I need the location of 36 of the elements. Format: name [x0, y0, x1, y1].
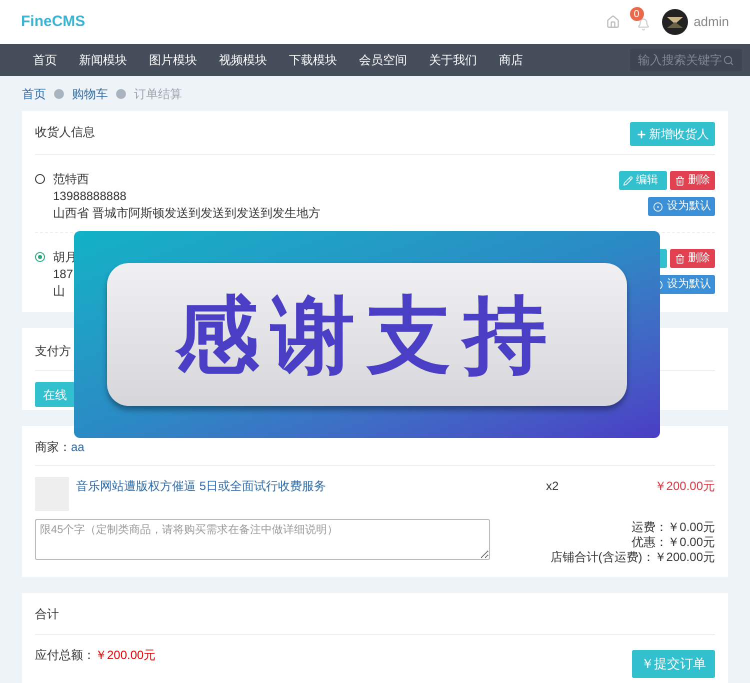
note-field[interactable]: 限45个字（定制类商品，请将购买需求在备注中做详细说明） — [35, 519, 490, 560]
card-title: 收货人信息 — [35, 124, 95, 141]
delete-button[interactable]: 删除 — [670, 171, 715, 190]
fee-line: 运费：￥0.00元 — [632, 520, 715, 535]
search-field[interactable]: 输入搜索关键字 — [630, 49, 742, 71]
shop-label: 商家： — [35, 439, 71, 456]
delete-button[interactable]: 删除 — [670, 249, 715, 268]
total-amount: ￥200.00元 — [95, 647, 156, 664]
fee-line: 店铺合计(含运费)：￥200.00元 — [550, 550, 715, 565]
receiver-address: 山西省 晋城市阿斯顿发送到发送到发送到发生地方 — [53, 205, 320, 222]
card-title: 支付方 — [35, 344, 71, 358]
breadcrumb-link[interactable]: 首页 — [22, 84, 46, 102]
shop-name[interactable]: aa — [71, 438, 84, 456]
total-label: 应付总额： — [35, 647, 95, 664]
product-quantity: x2 — [546, 478, 560, 495]
card-title: 合计 — [35, 607, 59, 621]
nav-item[interactable]: 会员空间 — [348, 51, 418, 69]
nav-item[interactable]: 商店 — [488, 51, 534, 69]
nav-item[interactable]: 图片模块 — [138, 51, 208, 69]
nav-item[interactable]: 关于我们 — [418, 51, 488, 69]
breadcrumb-link[interactable]: 购物车 — [72, 84, 108, 102]
receiver-phone: 187 — [53, 266, 74, 283]
product-title[interactable]: 音乐网站遭版权方催逼 5日或全面试行收费服务 — [76, 477, 546, 495]
fee-line: 优惠：￥0.00元 — [632, 535, 715, 550]
receiver-phone: 13988888888 — [53, 188, 128, 205]
receiver-address: 山 — [53, 283, 66, 300]
nav-item[interactable]: 视频模块 — [208, 51, 278, 69]
nav-item[interactable]: 首页 — [22, 51, 68, 69]
username[interactable]: admin — [694, 12, 729, 32]
nav-item[interactable]: 新闻模块 — [68, 51, 138, 69]
banner-label: 感谢支持 — [107, 263, 627, 406]
receiver-name: 范特西 — [53, 171, 90, 188]
nav-item[interactable]: 下载模块 — [278, 51, 348, 69]
product-price: ￥200.00元 — [654, 478, 715, 495]
set-default-button[interactable]: 设为默认 — [648, 197, 715, 216]
notification-badge: 0 — [630, 7, 644, 21]
